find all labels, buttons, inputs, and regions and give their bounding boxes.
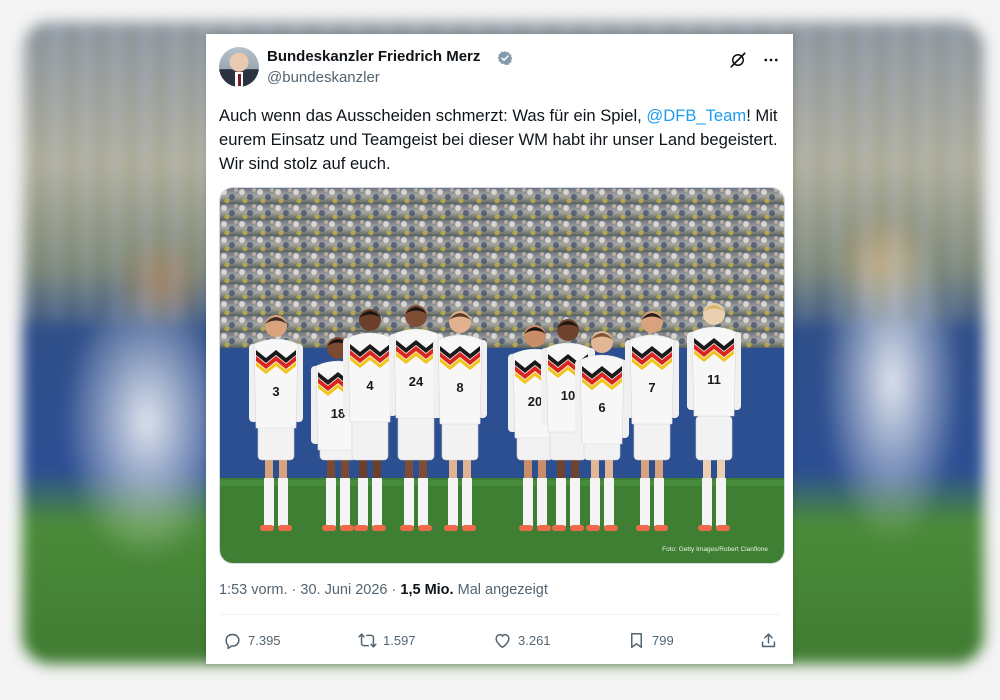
verified-badge-icon: [497, 51, 513, 65]
avatar[interactable]: [219, 47, 259, 87]
like-button[interactable]: 3.261: [493, 628, 551, 652]
grok-icon[interactable]: [729, 51, 747, 69]
like-count: 3.261: [518, 632, 551, 648]
share-button[interactable]: [759, 628, 784, 652]
mention-link[interactable]: @DFB_Team: [646, 106, 746, 125]
jersey-number: 4: [366, 378, 374, 393]
bookmark-button[interactable]: 799: [627, 628, 674, 652]
more-icon[interactable]: [761, 51, 781, 69]
share-icon: [761, 632, 776, 647]
team-photo: 3184 24 820 106711: [220, 188, 784, 563]
jersey-number: 24: [409, 374, 424, 389]
author-name[interactable]: Bundeskanzler Friedrich Merz: [267, 48, 480, 65]
post-card: Bundeskanzler Friedrich Merz @bundeskanz…: [206, 34, 793, 664]
reply-button[interactable]: 7.395: [223, 628, 281, 652]
action-bar: 7.395 1.597 3.261 799: [219, 628, 781, 652]
repost-count: 1.597: [383, 632, 416, 648]
heart-icon: [495, 633, 510, 648]
jersey-number: 6: [598, 400, 605, 415]
views-label: Mal angezeigt: [457, 582, 548, 598]
author-handle[interactable]: @bundeskanzler: [267, 69, 380, 86]
meta-separator: ·: [291, 582, 297, 598]
repost-icon: [358, 632, 377, 648]
reply-icon: [225, 633, 240, 649]
jersey-number: 11: [707, 372, 721, 387]
post-date[interactable]: 30. Juni 2026: [300, 582, 387, 598]
post-text: Auch wenn das Ausscheiden schmerzt: Was …: [219, 104, 779, 176]
jersey-number: 10: [561, 388, 575, 403]
views-count: 1,5 Mio.: [400, 582, 454, 598]
bookmark-count: 799: [652, 632, 674, 648]
post-text-part1: Auch wenn das Ausscheiden schmerzt: Was …: [219, 106, 647, 125]
repost-button[interactable]: 1.597: [358, 628, 416, 652]
post-image[interactable]: 3 18 4 24 8 20 10 6 7 11 Foto: Getty Images/Rober…: [219, 187, 785, 564]
divider: [219, 614, 780, 615]
jersey-number: 3: [272, 384, 279, 399]
jersey-number: 8: [456, 380, 463, 395]
post-header: Bundeskanzler Friedrich Merz @bundeskanz…: [219, 47, 781, 91]
photo-credit: Foto: Getty Images/Robert Cianflone: [662, 546, 768, 553]
meta-separator-2: ·: [391, 582, 397, 598]
bookmark-icon: [630, 632, 643, 648]
reply-count: 7.395: [248, 632, 281, 648]
jersey-number: 20: [528, 394, 542, 409]
post-time[interactable]: 1:53 vorm.: [219, 582, 288, 598]
post-meta: 1:53 vorm. · 30. Juni 2026 · 1,5 Mio. Ma…: [219, 582, 548, 598]
jersey-number: 7: [648, 380, 655, 395]
avatar-tie: [237, 74, 241, 86]
